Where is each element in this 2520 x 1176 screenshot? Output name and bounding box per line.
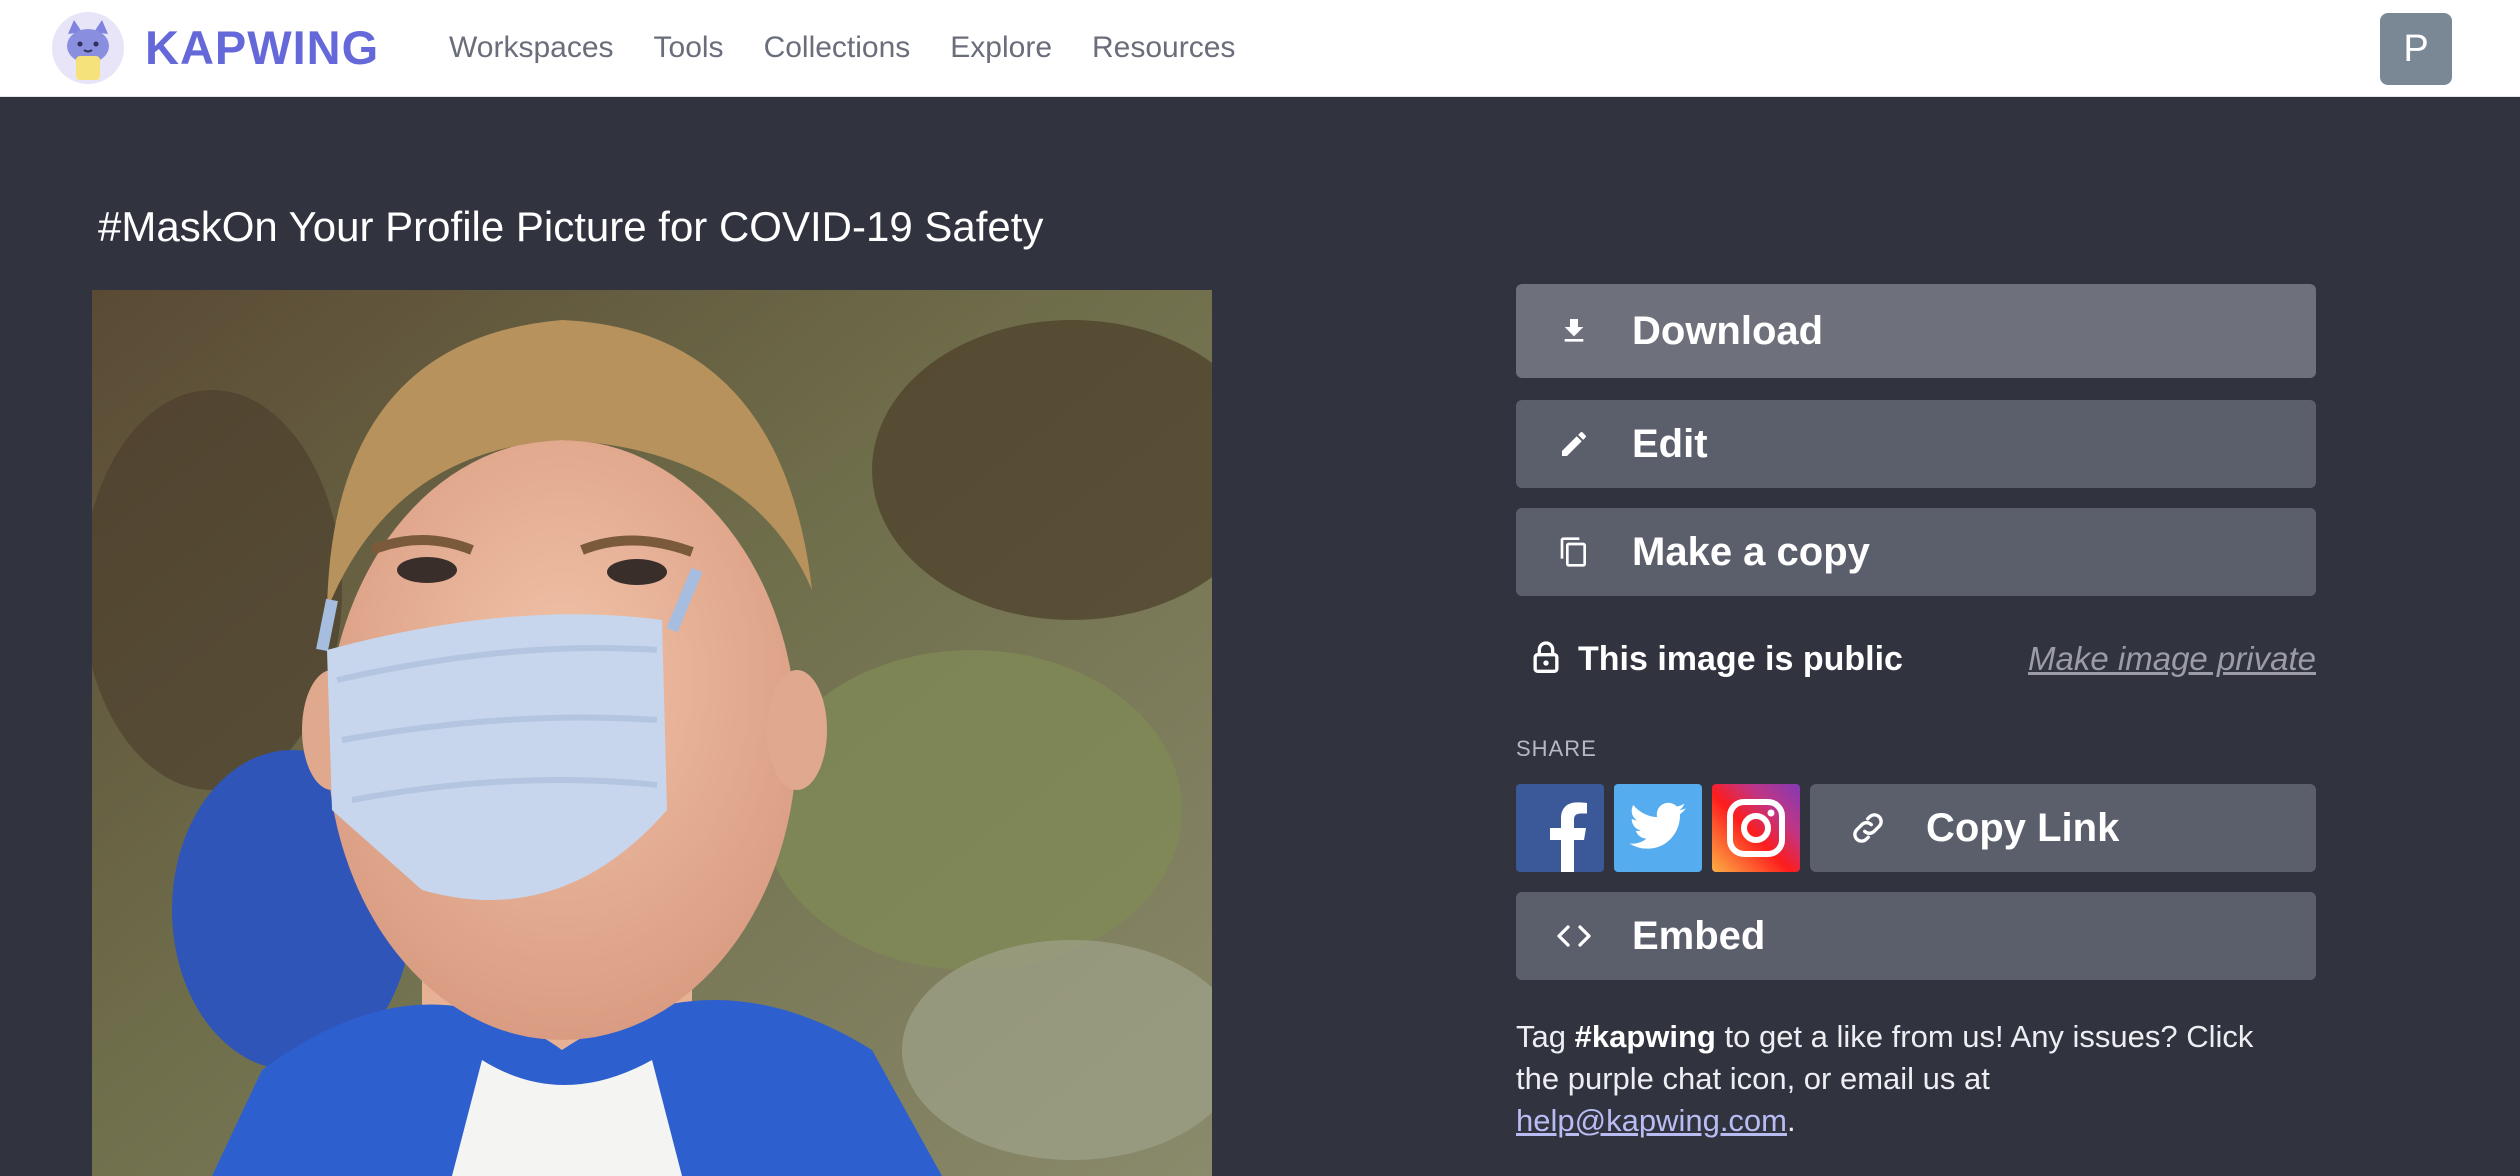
- download-icon: [1516, 284, 1632, 378]
- share-label: SHARE: [1516, 736, 1597, 761]
- link-icon: [1810, 784, 1926, 872]
- edit-button[interactable]: Edit: [1516, 400, 2316, 488]
- facebook-share-button[interactable]: [1516, 784, 1604, 872]
- note-hashtag: #kapwing: [1574, 1019, 1716, 1054]
- copy-link-label: Copy Link: [1926, 805, 2120, 850]
- nav-resources[interactable]: Resources: [1092, 25, 1235, 71]
- lock-icon: [1526, 638, 1566, 678]
- embed-button[interactable]: Embed: [1516, 892, 2316, 980]
- nav-explore[interactable]: Explore: [950, 25, 1052, 71]
- page-title: #MaskOn Your Profile Picture for COVID-1…: [98, 203, 1044, 250]
- instagram-share-button[interactable]: [1712, 784, 1800, 872]
- brand-name[interactable]: KAPWING: [145, 20, 379, 76]
- instagram-icon: [1727, 799, 1785, 857]
- top-navigation: KAPWING Workspaces Tools Collections Exp…: [0, 0, 2520, 97]
- embed-label: Embed: [1632, 913, 1766, 958]
- make-private-link[interactable]: Make image private: [2028, 634, 2316, 684]
- twitter-share-button[interactable]: [1614, 784, 1702, 872]
- download-label: Download: [1632, 308, 1824, 353]
- nav-workspaces[interactable]: Workspaces: [449, 25, 614, 71]
- code-brackets-icon: [1516, 892, 1632, 980]
- project-image: [92, 290, 1212, 1176]
- nav-tools[interactable]: Tools: [654, 25, 724, 71]
- copy-icon: [1516, 508, 1632, 596]
- nav-collections[interactable]: Collections: [764, 25, 911, 71]
- download-button[interactable]: Download: [1516, 284, 2316, 378]
- help-note: Tag #kapwing to get a like from us! Any …: [1516, 1016, 2276, 1142]
- support-email-link[interactable]: help@kapwing.com: [1516, 1103, 1787, 1138]
- main-nav: Workspaces Tools Collections Explore Res…: [449, 25, 1275, 71]
- privacy-status: This image is public: [1578, 640, 1903, 678]
- note-prefix: Tag: [1516, 1019, 1575, 1054]
- kapwing-cat-logo-icon[interactable]: [52, 12, 124, 84]
- pencil-icon: [1516, 400, 1632, 488]
- twitter-icon: [1629, 802, 1686, 849]
- make-a-copy-label: Make a copy: [1632, 529, 1870, 574]
- facebook-icon: [1550, 802, 1587, 872]
- privacy-row: This image is public Make image private: [1516, 634, 2316, 684]
- edit-label: Edit: [1632, 421, 1708, 466]
- copy-link-button[interactable]: Copy Link: [1810, 784, 2316, 872]
- note-suffix: .: [1787, 1103, 1796, 1138]
- user-avatar[interactable]: P: [2380, 13, 2452, 85]
- make-a-copy-button[interactable]: Make a copy: [1516, 508, 2316, 596]
